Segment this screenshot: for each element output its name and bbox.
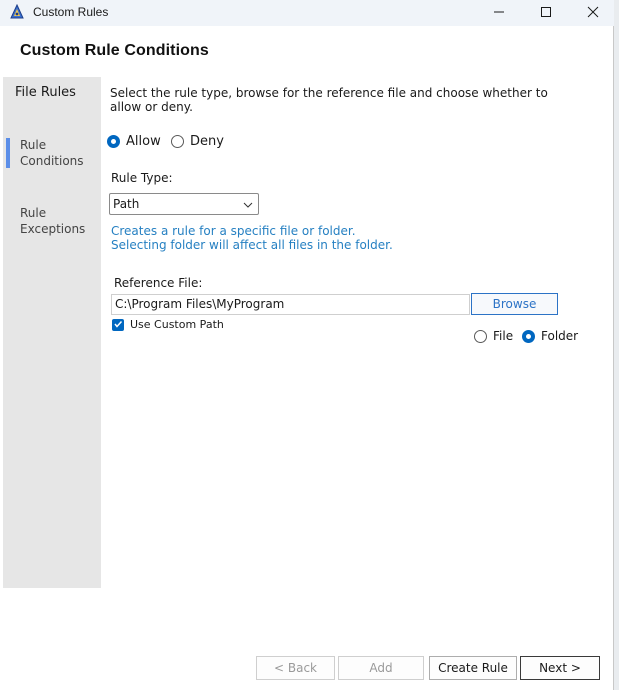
- use-custom-path-label: Use Custom Path: [130, 318, 224, 331]
- minimize-icon: [493, 6, 505, 21]
- rule-type-value: Path: [113, 197, 140, 211]
- allow-label: Allow: [126, 134, 161, 149]
- close-button[interactable]: [570, 0, 616, 26]
- custom-rules-window: Custom Rules Custom Rule Conditions File…: [0, 0, 614, 690]
- description-text: Select the rule type, browse for the ref…: [110, 86, 548, 114]
- back-button[interactable]: < Back: [256, 656, 335, 680]
- rule-type-select[interactable]: Path: [109, 193, 259, 215]
- deny-label: Deny: [190, 134, 224, 149]
- file-radio[interactable]: File: [474, 329, 513, 343]
- title-bar: Custom Rules: [0, 0, 614, 26]
- radio-unselected-indicator: [474, 329, 487, 343]
- browse-button[interactable]: Browse: [471, 293, 558, 315]
- radio-selected-indicator: [522, 329, 535, 343]
- deny-radio[interactable]: Deny: [171, 134, 224, 149]
- radio-unselected-indicator: [171, 135, 184, 148]
- reference-file-label: Reference File:: [114, 276, 203, 290]
- folder-label: Folder: [541, 329, 579, 343]
- folder-radio[interactable]: Folder: [522, 329, 578, 343]
- page-title: Custom Rule Conditions: [20, 42, 209, 59]
- sidebar-item-rule-exceptions[interactable]: Rule Exceptions: [20, 205, 100, 237]
- radio-selected-indicator: [107, 135, 120, 148]
- chevron-down-icon: [243, 199, 253, 213]
- file-label: File: [493, 329, 514, 343]
- add-button[interactable]: Add: [338, 656, 424, 680]
- use-custom-path-checkbox[interactable]: Use Custom Path: [112, 318, 224, 331]
- rule-type-hint: Creates a rule for a specific file or fo…: [111, 224, 393, 252]
- sidebar: File Rules Rule Conditions Rule Exceptio…: [3, 77, 101, 588]
- next-button[interactable]: Next >: [520, 656, 600, 680]
- checkbox-checked: [112, 318, 124, 332]
- hint-line-1: Creates a rule for a specific file or fo…: [111, 224, 356, 238]
- close-icon: [587, 6, 599, 21]
- create-rule-button[interactable]: Create Rule: [429, 656, 517, 680]
- minimize-button[interactable]: [476, 0, 522, 26]
- window-title: Custom Rules: [33, 5, 109, 19]
- reference-file-input[interactable]: C:\Program Files\MyProgram: [111, 294, 470, 315]
- background-edge: [614, 0, 619, 690]
- sidebar-active-indicator: [6, 138, 10, 168]
- checkmark-icon: [113, 318, 123, 332]
- maximize-icon: [540, 6, 552, 21]
- rule-type-label: Rule Type:: [111, 171, 173, 185]
- hint-line-2: Selecting folder will affect all files i…: [111, 238, 393, 252]
- allow-radio[interactable]: Allow: [107, 134, 161, 149]
- sidebar-item-file-rules[interactable]: File Rules: [15, 85, 95, 101]
- maximize-button[interactable]: [523, 0, 569, 26]
- sidebar-item-rule-conditions[interactable]: Rule Conditions: [20, 137, 100, 169]
- app-icon: [9, 3, 25, 20]
